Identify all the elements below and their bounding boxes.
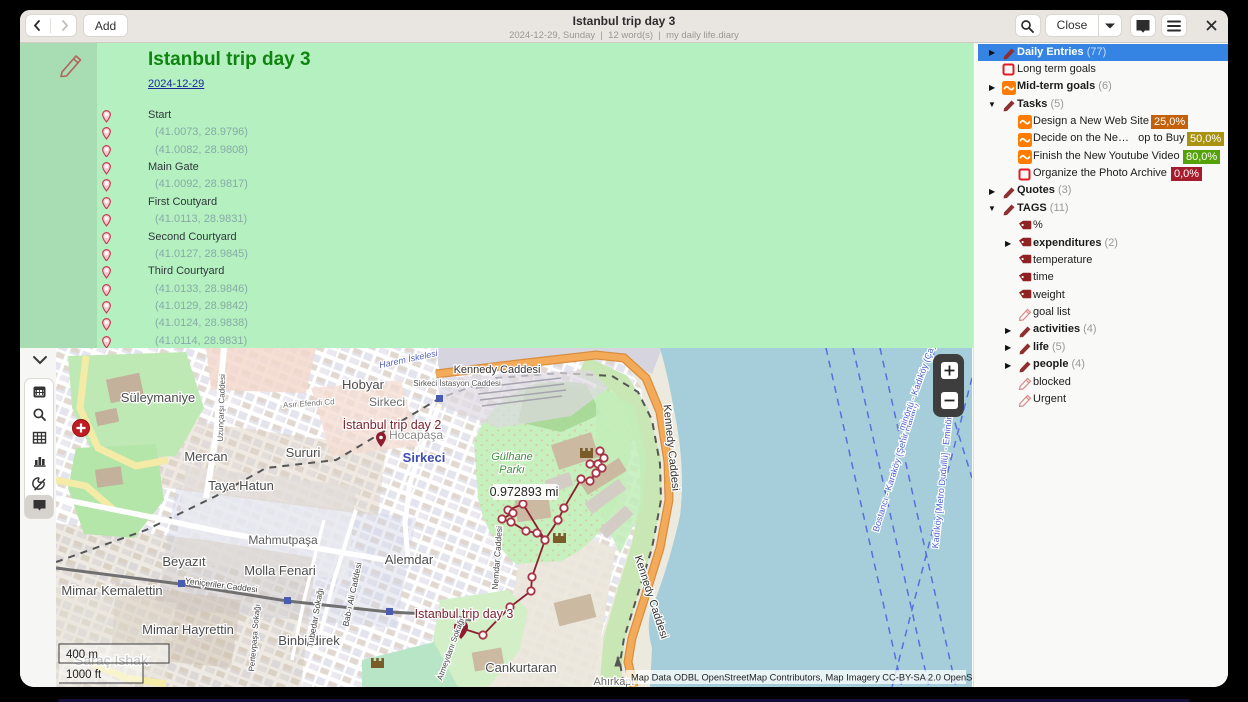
svg-text:Kennedy Caddesi: Kennedy Caddesi xyxy=(454,364,541,376)
svg-text:Mercan: Mercan xyxy=(184,449,227,464)
svg-text:Cankurtaran: Cankurtaran xyxy=(485,660,557,675)
svg-text:Sururi: Sururi xyxy=(286,445,321,460)
svg-text:Süleymaniye: Süleymaniye xyxy=(121,390,195,405)
svg-text:Beyazıt: Beyazıt xyxy=(162,554,206,569)
svg-text:1000 ft: 1000 ft xyxy=(66,669,102,681)
svg-text:Map Data ODBL OpenStreetMap Co: Map Data ODBL OpenStreetMap Contributors… xyxy=(631,673,972,683)
svg-text:Hobyar: Hobyar xyxy=(342,377,385,392)
svg-text:İstanbul trip day 2: İstanbul trip day 2 xyxy=(343,418,442,432)
svg-text:Sirkeci İstasyon Caddesi: Sirkeci İstasyon Caddesi xyxy=(413,379,501,388)
svg-text:400 m: 400 m xyxy=(66,649,98,661)
svg-text:Alemdar: Alemdar xyxy=(385,552,434,567)
svg-text:Sirkeci: Sirkeci xyxy=(369,395,405,409)
svg-text:Mimar Hayrettin: Mimar Hayrettin xyxy=(142,622,234,637)
svg-text:Istanbul trip day 3: Istanbul trip day 3 xyxy=(415,607,514,621)
svg-text:Mimar Kemalettin: Mimar Kemalettin xyxy=(61,583,162,598)
svg-text:0.972893 mi: 0.972893 mi xyxy=(490,485,559,499)
svg-text:Sirkeci: Sirkeci xyxy=(403,450,446,465)
svg-text:Parkı: Parkı xyxy=(499,464,525,476)
svg-text:Gülhane: Gülhane xyxy=(491,451,533,463)
svg-text:Mahmutpaşa: Mahmutpaşa xyxy=(248,533,318,547)
svg-text:Taya Hatun: Taya Hatun xyxy=(208,478,274,493)
svg-text:Molla Fenari: Molla Fenari xyxy=(244,563,316,578)
